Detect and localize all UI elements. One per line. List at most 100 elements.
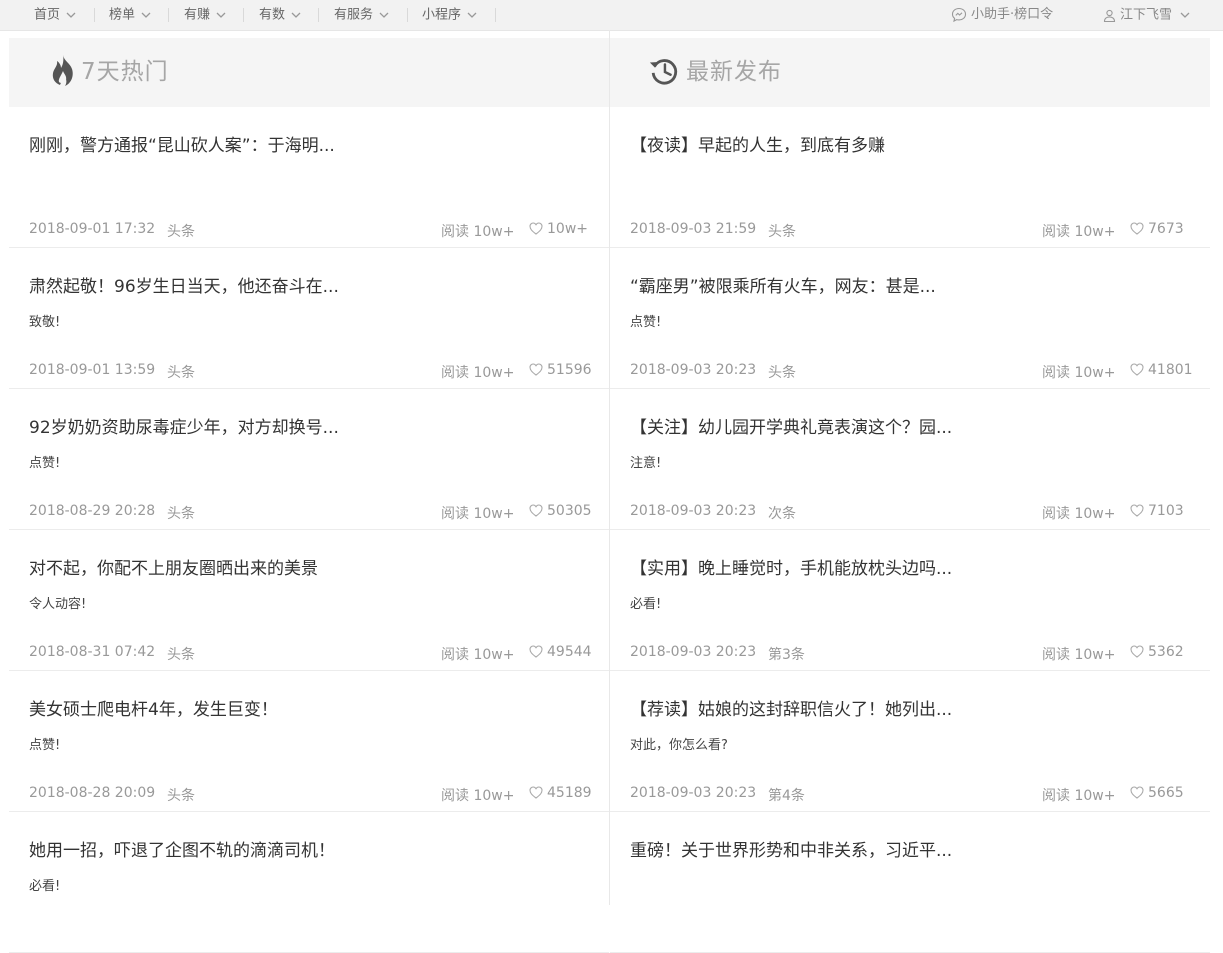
chevron-down-icon	[291, 0, 301, 30]
nav-data[interactable]: 有数	[259, 0, 301, 30]
article-likes-count: 50305	[547, 503, 592, 519]
nav-earn-label: 有赚	[184, 7, 211, 23]
article-item[interactable]: 【实用】晚上睡觉时，手机能放枕头边吗... 必看! 2018-09-03 20:…	[610, 530, 1210, 671]
nav-rankings-label: 榜单	[109, 7, 136, 23]
chat-bubble-icon	[951, 7, 967, 22]
article-item[interactable]: 肃然起敬！96岁生日当天，他还奋斗在... 致敬! 2018-09-01 13:…	[9, 248, 609, 389]
heart-icon	[529, 363, 543, 376]
article-summary: 点赞!	[29, 456, 61, 471]
article-position: 头条	[167, 788, 195, 804]
article-item[interactable]: 她用一招，吓退了企图不轨的滴滴司机！ 必看!	[9, 812, 609, 953]
nav-home[interactable]: 首页	[34, 0, 76, 30]
article-item[interactable]: 对不起，你配不上朋友圈晒出来的美景 令人动容! 2018-08-31 07:42…	[9, 530, 609, 671]
article-item[interactable]: 美女硕士爬电杆4年，发生巨变！ 点赞! 2018-08-28 20:09 头条 …	[9, 671, 609, 812]
article-date: 2018-08-29 20:28	[29, 503, 156, 519]
article-summary: 点赞!	[29, 738, 61, 753]
article-likes-count: 7103	[1148, 503, 1184, 519]
article-likes: 45189	[529, 785, 592, 801]
chevron-down-icon	[1180, 0, 1194, 30]
article-title[interactable]: 【关注】幼儿园开学典礼竟表演这个？园...	[630, 413, 952, 438]
article-date: 2018-09-01 17:32	[29, 221, 156, 237]
article-item[interactable]: 刚刚，警方通报“昆山砍人案”：于海明... 2018-09-01 17:32 头…	[9, 107, 609, 248]
article-summary: 必看!	[630, 597, 662, 612]
article-read-count: 阅读 10w+	[441, 224, 515, 240]
article-item[interactable]: 92岁奶奶资助尿毒症少年，对方却换号... 点赞! 2018-08-29 20:…	[9, 389, 609, 530]
chevron-down-icon	[141, 0, 151, 30]
article-likes: 7103	[1130, 503, 1184, 519]
article-summary: 点赞!	[630, 315, 662, 330]
article-position: 头条	[167, 365, 195, 381]
article-position: 次条	[768, 506, 796, 522]
user-menu[interactable]: 江下飞雪	[1103, 0, 1194, 30]
article-title[interactable]: 她用一招，吓退了企图不轨的滴滴司机！	[29, 836, 335, 861]
nav-divider	[168, 8, 169, 22]
article-title[interactable]: “霸座男”被限乘所有火车，网友：甚是...	[630, 272, 936, 297]
article-title[interactable]: 【实用】晚上睡觉时，手机能放枕头边吗...	[630, 554, 952, 579]
article-position: 第3条	[768, 647, 805, 663]
hot-7day-header: 7天热门	[9, 38, 609, 107]
article-read-count: 阅读 10w+	[441, 647, 515, 663]
nav-data-label: 有数	[259, 7, 286, 23]
article-read-count: 阅读 10w+	[441, 506, 515, 522]
article-title[interactable]: 【夜读】早起的人生，到底有多赚	[630, 131, 885, 156]
article-likes: 51596	[529, 362, 592, 378]
user-name: 江下飞雪	[1120, 7, 1173, 23]
nav-rankings[interactable]: 榜单	[109, 0, 151, 30]
article-item[interactable]: 【关注】幼儿园开学典礼竟表演这个？园... 注意! 2018-09-03 20:…	[610, 389, 1210, 530]
article-position: 头条	[768, 224, 796, 240]
heart-icon	[529, 645, 543, 658]
latest-header: 最新发布	[610, 38, 1210, 107]
nav-services-label: 有服务	[334, 7, 374, 23]
nav-divider	[407, 8, 408, 22]
chevron-down-icon	[216, 0, 226, 30]
article-summary: 注意!	[630, 456, 662, 471]
article-read-count: 阅读 10w+	[1042, 506, 1116, 522]
article-position: 第4条	[768, 788, 805, 804]
article-title[interactable]: 肃然起敬！96岁生日当天，他还奋斗在...	[29, 272, 339, 297]
history-clock-icon	[649, 59, 678, 85]
article-read-count: 阅读 10w+	[1042, 224, 1116, 240]
assistant-link[interactable]: 小助手·榜口令	[951, 0, 1053, 30]
nav-miniprogram[interactable]: 小程序	[422, 0, 477, 30]
article-likes-count: 45189	[547, 785, 592, 801]
nav-home-label: 首页	[34, 7, 61, 23]
nav-divider	[243, 8, 244, 22]
article-title[interactable]: 92岁奶奶资助尿毒症少年，对方却换号...	[29, 413, 339, 438]
latest-title: 最新发布	[686, 59, 782, 85]
heart-icon	[1130, 504, 1144, 517]
article-title[interactable]: 美女硕士爬电杆4年，发生巨变！	[29, 695, 278, 720]
article-date: 2018-08-31 07:42	[29, 644, 156, 660]
hot-7day-title: 7天热门	[81, 59, 169, 85]
top-nav-bar: 首页 榜单 有赚 有数 有服务 小程序 小助手·榜口令 江下飞雪	[0, 0, 1223, 31]
article-likes: 5665	[1130, 785, 1184, 801]
article-date: 2018-09-03 20:23	[630, 785, 757, 801]
article-likes-count: 10w+	[547, 221, 588, 237]
user-icon	[1103, 9, 1116, 22]
hot-7day-list: 刚刚，警方通报“昆山砍人案”：于海明... 2018-09-01 17:32 头…	[9, 107, 609, 953]
article-item[interactable]: “霸座男”被限乘所有火车，网友：甚是... 点赞! 2018-09-03 20:…	[610, 248, 1210, 389]
article-title[interactable]: 对不起，你配不上朋友圈晒出来的美景	[29, 554, 318, 579]
article-read-count: 阅读 10w+	[441, 788, 515, 804]
heart-icon	[529, 504, 543, 517]
article-title[interactable]: 【荐读】姑娘的这封辞职信火了！她列出...	[630, 695, 952, 720]
article-likes: 5362	[1130, 644, 1184, 660]
nav-services[interactable]: 有服务	[334, 0, 389, 30]
article-likes: 41801	[1130, 362, 1193, 378]
article-title[interactable]: 重磅！关于世界形势和中非关系，习近平...	[630, 836, 952, 861]
article-likes-count: 5362	[1148, 644, 1184, 660]
article-summary: 必看!	[29, 879, 61, 894]
nav-miniprogram-label: 小程序	[422, 7, 462, 23]
article-item[interactable]: 【荐读】姑娘的这封辞职信火了！她列出... 对此，你怎么看? 2018-09-0…	[610, 671, 1210, 812]
article-date: 2018-08-28 20:09	[29, 785, 156, 801]
nav-earn[interactable]: 有赚	[184, 0, 226, 30]
article-item[interactable]: 重磅！关于世界形势和中非关系，习近平...	[610, 812, 1210, 953]
article-summary: 对此，你怎么看?	[630, 738, 728, 753]
article-likes-count: 5665	[1148, 785, 1184, 801]
hot-7day-column: 7天热门 刚刚，警方通报“昆山砍人案”：于海明... 2018-09-01 17…	[9, 38, 609, 953]
nav-divider	[318, 8, 319, 22]
article-title[interactable]: 刚刚，警方通报“昆山砍人案”：于海明...	[29, 131, 335, 156]
heart-icon	[1130, 645, 1144, 658]
article-likes: 50305	[529, 503, 592, 519]
article-item[interactable]: 【夜读】早起的人生，到底有多赚 2018-09-03 21:59 头条 阅读 1…	[610, 107, 1210, 248]
article-position: 头条	[167, 506, 195, 522]
